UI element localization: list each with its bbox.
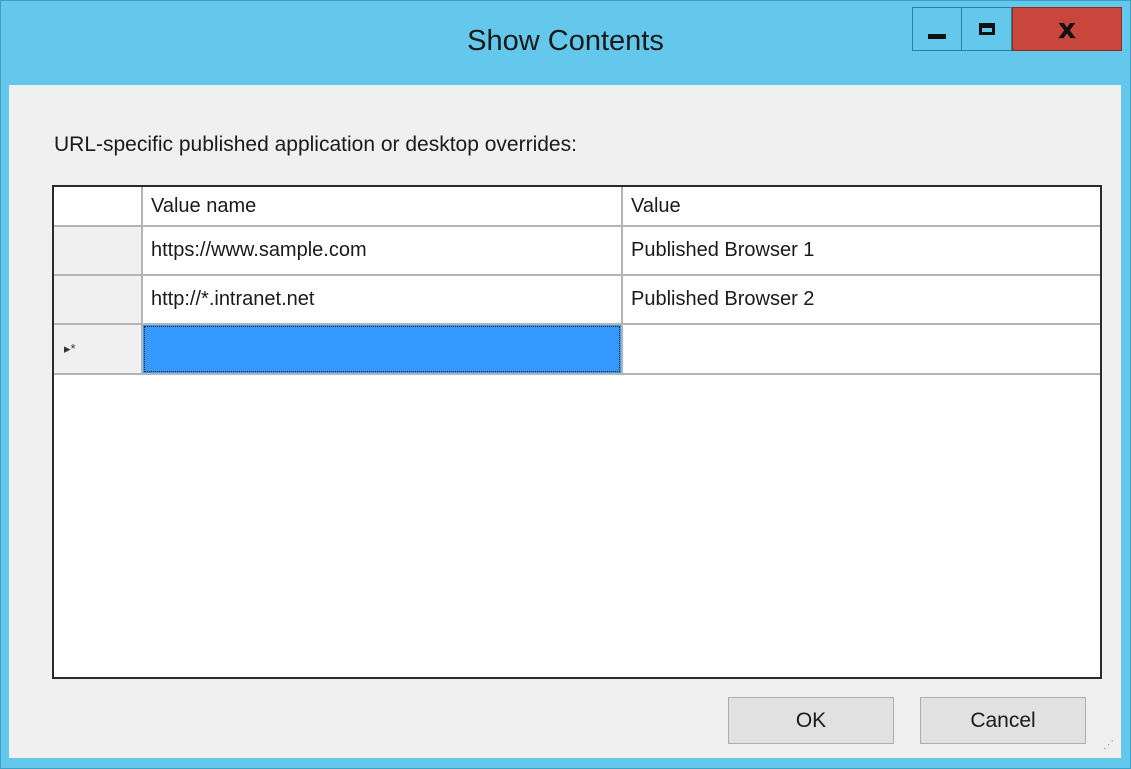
prompt-label: URL-specific published application or de… [54,133,577,156]
minimize-icon [928,33,946,39]
dialog-body: URL-specific published application or de… [9,85,1121,758]
cancel-button[interactable]: Cancel [920,697,1086,744]
new-row-marker[interactable]: ▸* [54,325,141,373]
row-header[interactable] [54,276,141,323]
ok-button[interactable]: OK [728,697,894,744]
close-button[interactable]: x [1012,7,1122,51]
table-cell-value-name[interactable]: http://*.intranet.net [143,276,621,323]
dialog-window: Show Contents x URL-specific published a… [0,0,1131,769]
column-header-value-name[interactable]: Value name [143,187,621,225]
close-icon: x [1057,12,1077,45]
column-header-value[interactable]: Value [623,187,1100,225]
new-row-value-cell[interactable] [623,325,1100,373]
row-header[interactable] [54,227,141,274]
corner-header[interactable] [54,187,141,225]
title-bar[interactable]: Show Contents x [1,1,1130,85]
maximize-button[interactable] [962,7,1012,51]
grid-lines: Value name Value https://www.sample.com … [54,187,1100,375]
maximize-icon [978,23,995,35]
table-cell-value[interactable]: Published Browser 2 [623,276,1100,323]
new-row-value-name-cell[interactable] [143,325,621,373]
resize-grip-icon[interactable]: ⋰ [1103,740,1117,754]
minimize-button[interactable] [912,7,962,51]
overrides-grid[interactable]: Value name Value https://www.sample.com … [52,185,1102,679]
table-cell-value-name[interactable]: https://www.sample.com [143,227,621,274]
table-cell-value[interactable]: Published Browser 1 [623,227,1100,274]
